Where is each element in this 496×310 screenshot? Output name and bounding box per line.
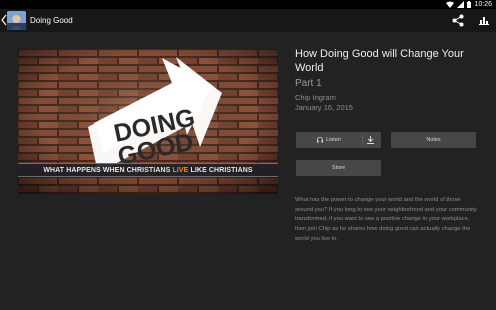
episode-description: What has the power to change your world … (295, 197, 477, 242)
app-avatar[interactable] (7, 11, 26, 30)
notes-button[interactable]: Notes (391, 132, 476, 148)
tagline-banner: WHAT HAPPENS WHEN CHRISTIANS LIVE LIKE C… (18, 163, 278, 177)
listen-action[interactable]: Listen (296, 132, 362, 148)
share-icon[interactable] (452, 14, 464, 27)
episode-author: Chip Ingram (295, 93, 336, 102)
headphones-icon (317, 137, 324, 143)
download-icon[interactable] (366, 135, 375, 145)
status-time: 10:26 (474, 1, 492, 8)
episode-info: How Doing Good will Change Your World Pa… (295, 47, 485, 113)
episode-part: Part 1 (295, 78, 322, 89)
episode-date: January 16, 2015 (295, 103, 353, 112)
wifi-icon (446, 1, 455, 8)
app-bar: Doing Good (0, 9, 496, 32)
listen-button[interactable]: Listen (296, 132, 381, 148)
listen-label: Listen (326, 137, 341, 143)
store-button[interactable]: Store (296, 160, 381, 176)
signal-icon (457, 1, 465, 8)
status-bar: 10:26 (0, 0, 496, 9)
battery-icon (467, 1, 472, 8)
bar-chart-icon[interactable] (479, 15, 489, 25)
listen-divider (362, 135, 363, 145)
status-icons: 10:26 (446, 0, 492, 9)
sermon-artwork: DOING GOOD WHAT HAPPENS WHEN CHRISTIANS … (18, 49, 278, 194)
episode-title: How Doing Good will Change Your World (295, 48, 464, 74)
tagline: WHAT HAPPENS WHEN CHRISTIANS LIVE LIKE C… (43, 166, 253, 174)
app-title: Doing Good (30, 16, 73, 25)
